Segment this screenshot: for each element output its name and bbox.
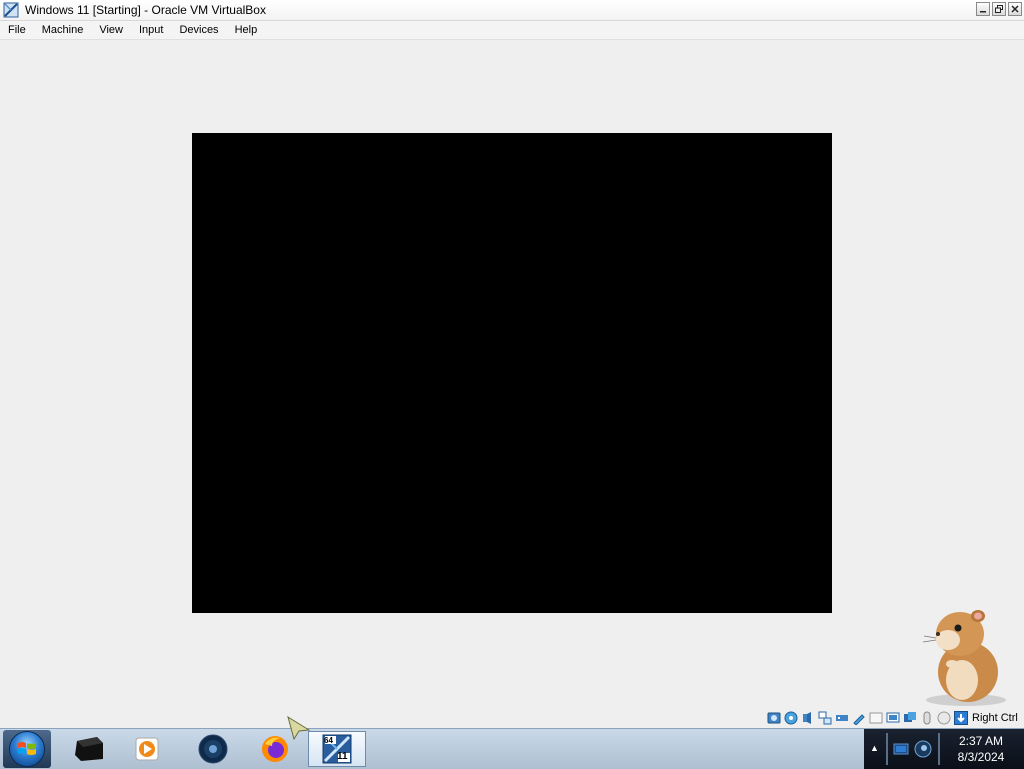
tray-separator-2: [938, 733, 940, 765]
mouse-cursor-icon: [287, 715, 311, 741]
clock-time: 2:37 AM: [958, 734, 1004, 748]
shared-folders-icon[interactable]: [851, 711, 866, 726]
windows-logo-icon: [9, 731, 45, 767]
play-icon: [135, 737, 159, 761]
title-bar[interactable]: Windows 11 [Starting] - Oracle VM Virtua…: [0, 0, 1024, 21]
vm-badge-64: 64: [324, 736, 333, 745]
tray-separator: [886, 733, 888, 765]
tray-expand-icon[interactable]: ▲: [870, 743, 879, 753]
minimize-button[interactable]: [976, 2, 990, 16]
display-icon[interactable]: [868, 711, 883, 726]
steam-icon: [198, 734, 228, 764]
taskbar-media-player-app[interactable]: [120, 731, 174, 767]
tray-network-icon[interactable]: [892, 740, 910, 758]
vm-status-bar: Right Ctrl: [766, 709, 1018, 727]
menu-machine[interactable]: Machine: [34, 24, 92, 36]
menu-file[interactable]: File: [0, 24, 34, 36]
terminal-icon: [75, 737, 103, 761]
system-tray: ▲ 2:37 AM 8/3/2024: [864, 729, 1024, 769]
menu-help[interactable]: Help: [227, 24, 266, 36]
video-capture-icon[interactable]: [885, 711, 900, 726]
network-icon[interactable]: [817, 711, 832, 726]
keyboard-icon[interactable]: [936, 711, 951, 726]
window-title: Windows 11 [Starting] - Oracle VM Virtua…: [25, 3, 266, 17]
menu-bar: File Machine View Input Devices Help: [0, 21, 1024, 40]
taskbar-terminal-app[interactable]: [62, 731, 116, 767]
clock-date: 8/3/2024: [957, 750, 1005, 764]
hamster-mascot: [918, 602, 1010, 708]
virtualbox-icon: [3, 2, 19, 18]
firefox-icon: [262, 736, 288, 762]
menu-devices[interactable]: Devices: [171, 24, 226, 36]
usb-icon[interactable]: [834, 711, 849, 726]
window-controls: [976, 2, 1022, 16]
menu-input[interactable]: Input: [131, 24, 171, 36]
mouse-integration-icon[interactable]: [919, 711, 934, 726]
virtualization-icon[interactable]: [902, 711, 917, 726]
menu-view[interactable]: View: [91, 24, 131, 36]
optical-drive-icon[interactable]: [783, 711, 798, 726]
restore-button[interactable]: [992, 2, 1006, 16]
taskbar-virtualbox-app[interactable]: 64 11: [308, 731, 366, 767]
clock[interactable]: 2:37 AM 8/3/2024: [944, 733, 1018, 765]
close-button[interactable]: [1008, 2, 1022, 16]
hard-disk-icon[interactable]: [766, 711, 781, 726]
vm-badge-11: 11: [337, 751, 348, 762]
taskbar-steam-app[interactable]: [186, 731, 240, 767]
host-key-label: Right Ctrl: [972, 712, 1018, 724]
start-button[interactable]: [3, 730, 51, 768]
audio-icon[interactable]: [800, 711, 815, 726]
taskbar: 64 11 ▲ 2:37 AM 8/3/2024: [0, 728, 1024, 769]
tray-steam-icon[interactable]: [914, 740, 932, 758]
vm-display[interactable]: [192, 133, 832, 613]
host-key-arrow-icon[interactable]: [953, 711, 968, 726]
